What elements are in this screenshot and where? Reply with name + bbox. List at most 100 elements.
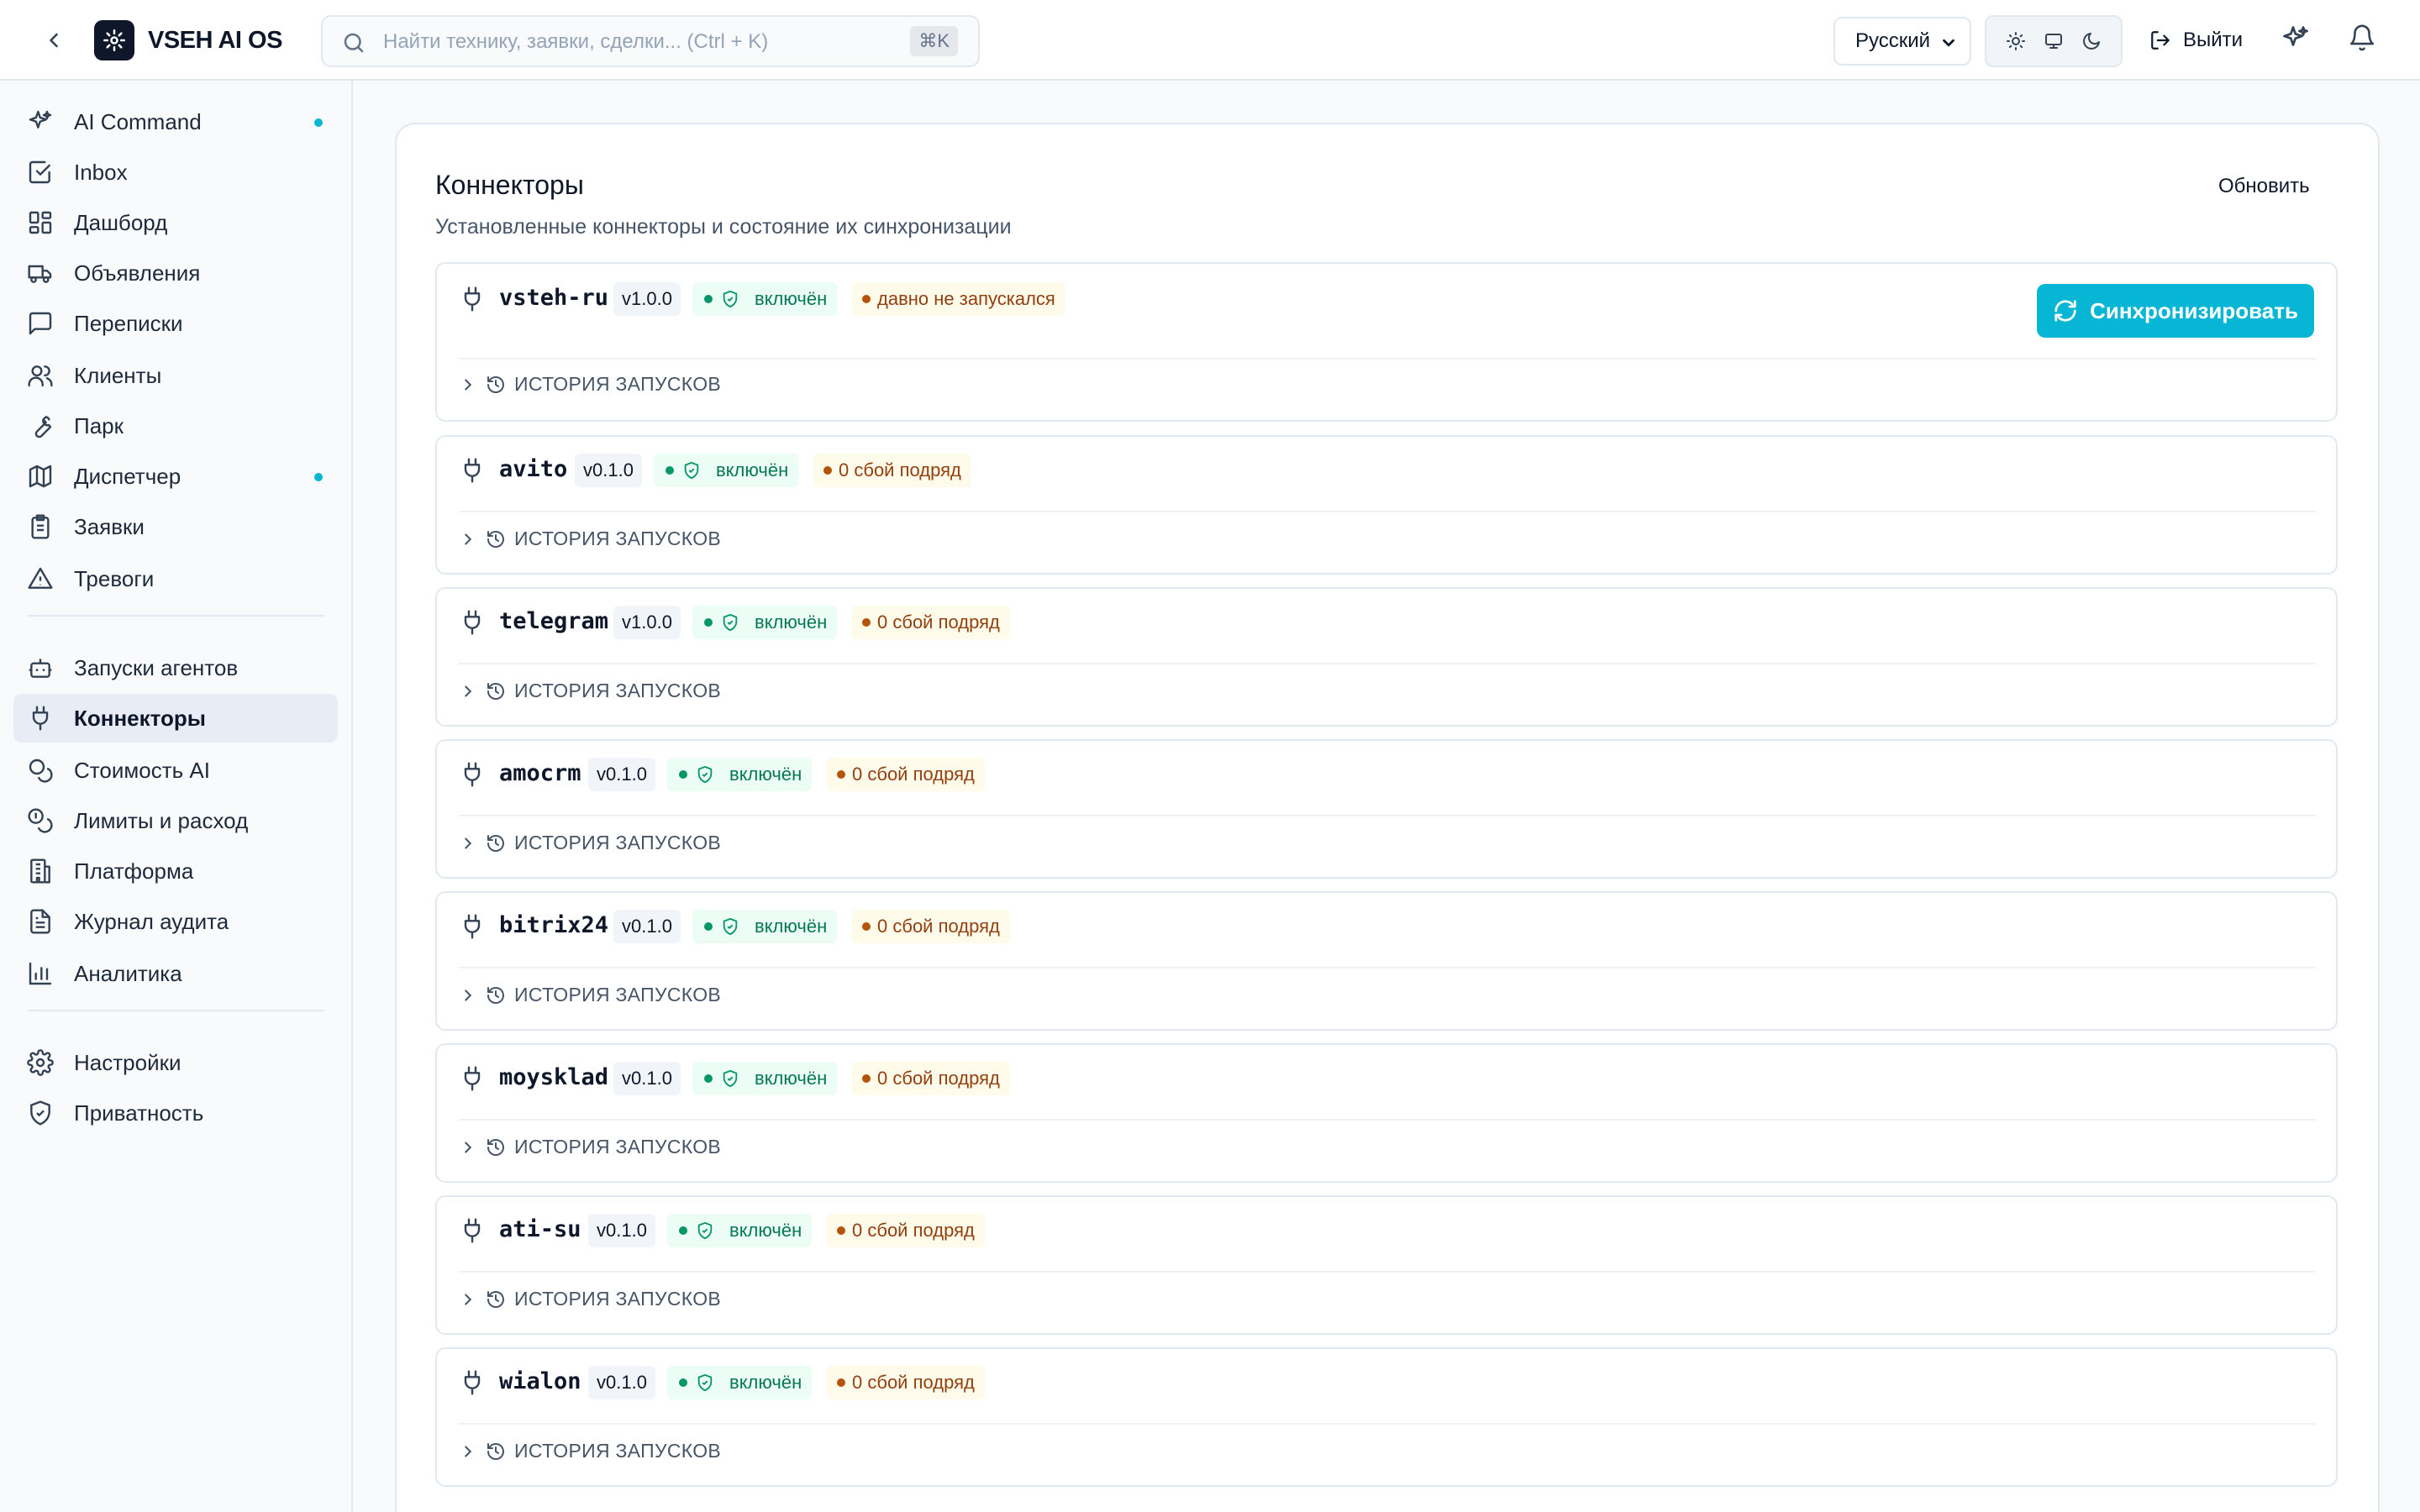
chevron-right-icon	[465, 1293, 472, 1305]
gear-icon	[27, 1049, 54, 1076]
logout-button[interactable]: Выйти	[2149, 24, 2243, 57]
logout-icon	[2151, 31, 2170, 50]
run-history-toggle[interactable]: ИСТОРИЯ ЗАПУСКОВ	[459, 680, 721, 702]
card-divider	[459, 1119, 2316, 1121]
sidebar-divider	[29, 615, 324, 617]
language-value: Русский	[1855, 29, 1931, 52]
sidebar-item-privacy[interactable]: Приватность	[13, 1089, 338, 1137]
notifications-button[interactable]	[2348, 24, 2376, 52]
sync-button[interactable]: Синхронизировать	[2037, 284, 2314, 338]
card-divider	[459, 815, 2316, 816]
history-icon	[487, 1290, 504, 1308]
run-history-toggle[interactable]: ИСТОРИЯ ЗАПУСКОВ	[459, 1288, 721, 1310]
sidebar-item-clients[interactable]: Клиенты	[13, 351, 338, 400]
sidebar-item-settings[interactable]: Настройки	[13, 1038, 338, 1087]
sidebar-item-label: Переписки	[74, 311, 183, 336]
status-badge: включён	[692, 606, 838, 639]
health-badge: 0 сбой подряд	[852, 606, 1010, 639]
theme-system-button[interactable]	[2035, 23, 2072, 60]
status-badge: включён	[692, 910, 838, 943]
global-search[interactable]: ⌘K	[321, 15, 980, 67]
history-icon	[487, 682, 504, 700]
sidebar-item-dashboard[interactable]: Дашборд	[13, 198, 338, 247]
bar-chart-icon	[27, 960, 54, 987]
connector-card: ati-su v0.1.0 включён 0 сбой подряд ИСТО…	[435, 1195, 2338, 1335]
ai-assistant-button[interactable]	[2281, 24, 2311, 54]
search-input[interactable]	[383, 27, 871, 57]
monitor-icon	[2044, 34, 2062, 49]
card-divider	[459, 1271, 2316, 1273]
sidebar-item-platform[interactable]: Платформа	[13, 847, 338, 895]
status-dot	[666, 466, 674, 475]
sidebar-item-label: Лимиты и расход	[74, 808, 249, 833]
page-title: Коннекторы	[435, 170, 584, 200]
status-badge: включён	[667, 1214, 813, 1247]
message-icon	[27, 310, 54, 337]
sidebar-item-label: Дашборд	[74, 210, 168, 235]
status-dot	[679, 1226, 687, 1235]
theme-light-button[interactable]	[1997, 23, 2034, 60]
status-label: включён	[729, 1220, 802, 1241]
theme-switcher	[1985, 15, 2123, 67]
sidebar-item-requests[interactable]: Заявки	[13, 502, 338, 551]
sidebar-item-inbox[interactable]: Inbox	[13, 148, 338, 197]
status-badge: включён	[667, 1366, 813, 1399]
moon-icon	[2083, 33, 2101, 50]
sidebar-item-analytics[interactable]: Аналитика	[13, 949, 338, 998]
connector-name: avito	[499, 456, 568, 482]
version-badge: v0.1.0	[613, 910, 681, 943]
sidebar-item-listings[interactable]: Объявления	[13, 249, 338, 297]
run-history-toggle[interactable]: ИСТОРИЯ ЗАПУСКОВ	[459, 1440, 721, 1462]
card-divider	[459, 358, 2316, 360]
wrench-icon	[27, 412, 54, 439]
connector-name: ati-su	[499, 1216, 581, 1242]
sidebar-item-connectors[interactable]: Коннекторы	[13, 694, 338, 743]
run-history-toggle[interactable]: ИСТОРИЯ ЗАПУСКОВ	[459, 373, 721, 396]
plug-icon	[459, 913, 486, 940]
search-shortcut-badge: ⌘K	[910, 26, 958, 56]
status-dot	[704, 922, 713, 931]
run-history-toggle[interactable]: ИСТОРИЯ ЗАПУСКОВ	[459, 1136, 721, 1158]
page-subtitle: Установленные коннекторы и состояние их …	[435, 215, 1012, 239]
sidebar-item-audit-log[interactable]: Журнал аудита	[13, 897, 338, 946]
language-select[interactable]: Русский	[1833, 17, 1971, 66]
sidebar-item-ai-command[interactable]: AI Command	[13, 97, 338, 146]
sidebar-item-label: Тревоги	[74, 566, 155, 591]
sidebar-item-label: Объявления	[74, 260, 201, 286]
building-icon	[27, 858, 54, 885]
back-button[interactable]	[37, 24, 71, 57]
status-label: включён	[729, 1372, 802, 1393]
card-divider	[459, 1423, 2316, 1425]
run-history-toggle[interactable]: ИСТОРИЯ ЗАПУСКОВ	[459, 984, 721, 1006]
health-badge: 0 сбой подряд	[813, 454, 971, 487]
plug-icon	[459, 761, 486, 788]
refresh-icon	[2054, 300, 2076, 322]
coins-stack-icon	[27, 807, 54, 834]
run-history-toggle[interactable]: ИСТОРИЯ ЗАПУСКОВ	[459, 528, 721, 550]
status-dot	[704, 295, 713, 303]
sidebar-item-messages[interactable]: Переписки	[13, 299, 338, 348]
status-label: включён	[755, 612, 828, 633]
sidebar-item-limits[interactable]: Лимиты и расход	[13, 796, 338, 845]
shield-check-icon	[723, 613, 738, 632]
sidebar-item-dispatcher[interactable]: Диспетчер	[13, 452, 338, 501]
refresh-button[interactable]: Обновить	[2218, 171, 2310, 202]
sidebar-item-agent-runs[interactable]: Запуски агентов	[13, 643, 338, 692]
search-icon	[341, 30, 366, 55]
sidebar-item-label: Диспетчер	[74, 464, 182, 489]
health-label: 0 сбой подряд	[839, 459, 961, 480]
shield-check-icon	[697, 1373, 713, 1392]
sidebar-item-label: AI Command	[74, 109, 202, 134]
connector-card: bitrix24 v0.1.0 включён 0 сбой подряд ИС…	[435, 891, 2338, 1031]
run-history-toggle[interactable]: ИСТОРИЯ ЗАПУСКОВ	[459, 832, 721, 854]
plug-icon	[459, 286, 486, 312]
sidebar-item-alerts[interactable]: Тревоги	[13, 554, 338, 603]
sidebar-item-ai-cost[interactable]: Стоимость AI	[13, 746, 338, 795]
users-icon	[27, 362, 54, 389]
plug-icon	[459, 457, 486, 484]
chevron-down-icon	[1939, 34, 1958, 52]
sidebar-item-fleet[interactable]: Парк	[13, 402, 338, 450]
theme-dark-button[interactable]	[2073, 23, 2110, 60]
version-badge: v0.1.0	[588, 758, 655, 791]
app-logo[interactable]	[94, 20, 134, 60]
